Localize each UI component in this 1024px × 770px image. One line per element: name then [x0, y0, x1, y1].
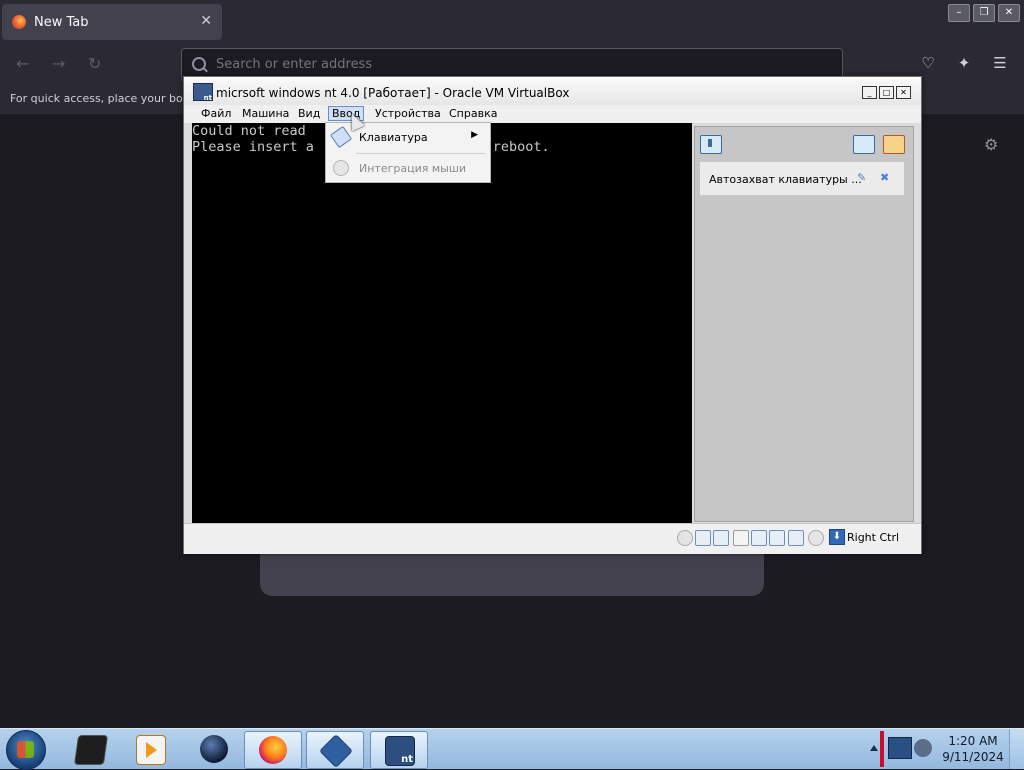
menu-machine[interactable]: Машина — [239, 107, 292, 120]
minimize-button[interactable]: – — [948, 4, 970, 22]
virtualbox-tray-icon[interactable] — [888, 737, 912, 759]
list-toggle-icon[interactable] — [853, 135, 875, 154]
menu-help[interactable]: Справка — [446, 107, 500, 120]
back-icon[interactable]: ← — [16, 54, 29, 73]
message-icon[interactable] — [700, 135, 722, 154]
taskbar-firefox[interactable] — [244, 731, 302, 769]
vm-icon — [193, 83, 213, 102]
usb-icon[interactable] — [695, 530, 711, 546]
media-player-icon — [136, 735, 166, 765]
virtualbox-window: micrsoft windows nt 4.0 [Работает] - Ora… — [183, 76, 922, 554]
firefox-tab-icon — [12, 15, 26, 29]
keyboard-icon — [329, 125, 353, 149]
display-icon[interactable] — [751, 530, 767, 546]
mouse-integration-icon — [333, 160, 349, 176]
pocket-icon[interactable]: ♡ — [920, 55, 936, 71]
menu-icon[interactable]: ☰ — [992, 55, 1008, 71]
tab-close-icon[interactable]: ✕ — [200, 13, 212, 29]
close-button[interactable]: ✕ — [998, 4, 1020, 22]
close-icon[interactable]: ✖ — [880, 171, 889, 184]
shared-folders-icon[interactable] — [769, 530, 785, 546]
floppy-icon[interactable] — [733, 530, 749, 546]
taskbar-virtualbox[interactable] — [306, 731, 364, 769]
network-tray-icon[interactable] — [914, 739, 932, 757]
pin-icon[interactable]: ✎ — [857, 171, 866, 184]
clock-time: 1:20 AM — [948, 734, 998, 748]
host-key-label[interactable]: Right Ctrl — [847, 531, 899, 544]
vbox-title-bar[interactable]: micrsoft windows nt 4.0 [Работает] - Ora… — [184, 77, 921, 105]
menu-devices[interactable]: Устройства — [372, 107, 444, 120]
taskbar-explorer[interactable] — [62, 731, 118, 767]
menu-separator — [356, 153, 486, 154]
vm-display[interactable]: Could not read um! Please insert a nd re… — [192, 123, 692, 523]
menu-item-label: Клавиатура — [359, 131, 428, 144]
menu-item-label: Интеграция мыши — [359, 162, 467, 175]
browser-tab[interactable]: New Tab ✕ — [2, 4, 222, 40]
bookmarks-hint: For quick access, place your boo — [10, 92, 190, 105]
optical-drive-icon[interactable] — [677, 530, 693, 546]
recording-icon[interactable] — [788, 530, 804, 546]
system-tray — [866, 729, 936, 769]
taskbar-globe[interactable] — [186, 731, 242, 767]
vbox-window-controls: _ □ ✕ — [862, 86, 911, 99]
firefox-icon — [259, 736, 287, 764]
vbox-status-bar: ⬇ Right Ctrl — [184, 523, 921, 554]
taskbar-media-player[interactable] — [122, 731, 178, 767]
restore-button[interactable]: ❐ — [973, 4, 995, 22]
vbox-close-button[interactable]: ✕ — [896, 86, 911, 99]
notification-text: Автозахват клавиатуры ... — [709, 173, 862, 186]
arrow-down-icon: ⬇ — [829, 529, 845, 545]
vbox-minimize-button[interactable]: _ — [862, 86, 877, 99]
show-desktop-button[interactable] — [1009, 729, 1024, 769]
browser-window-controls: – ❐ ✕ — [948, 4, 1020, 22]
forward-icon[interactable]: → — [52, 54, 65, 73]
input-menu-dropdown: Клавиатура ▶ Интеграция мыши — [325, 122, 491, 183]
notification-item[interactable]: Автозахват клавиатуры ... ✎ ✖ — [700, 162, 904, 195]
clock-date: 9/11/2024 — [942, 750, 1004, 764]
extensions-icon[interactable]: ✦ — [956, 55, 972, 71]
network-icon[interactable] — [713, 530, 729, 546]
menu-view[interactable]: Вид — [295, 107, 323, 120]
globe-icon — [200, 735, 228, 763]
search-icon — [192, 57, 206, 71]
vbox-menu-bar: Файл Машина Вид Ввод Устройства Справка — [184, 105, 921, 123]
tab-title: New Tab — [34, 15, 89, 30]
submenu-arrow-icon: ▶ — [471, 130, 478, 140]
flag-icon[interactable] — [880, 731, 884, 767]
vbox-maximize-button[interactable]: □ — [879, 86, 894, 99]
clock[interactable]: 1:20 AM 9/11/2024 — [940, 733, 1006, 765]
taskbar-nt-vm[interactable] — [370, 731, 428, 769]
menu-item-mouse-integration: Интеграция мыши — [326, 155, 490, 181]
clear-notifications-icon[interactable] — [883, 135, 905, 154]
menu-file[interactable]: Файл — [198, 107, 234, 120]
browser-tab-bar: New Tab ✕ – ❐ ✕ — [0, 0, 1024, 44]
notification-center: Автозахват клавиатуры ... ✎ ✖ — [694, 126, 914, 522]
gear-icon[interactable]: ⚙ — [984, 135, 998, 154]
cpu-icon[interactable] — [808, 530, 824, 546]
taskbar: 1:20 AM 9/11/2024 — [0, 728, 1024, 770]
show-hidden-icons-icon[interactable] — [870, 745, 878, 751]
start-button[interactable] — [6, 730, 46, 770]
window-title: micrsoft windows nt 4.0 [Работает] - Ora… — [216, 86, 570, 100]
reload-icon[interactable]: ↻ — [88, 54, 101, 73]
nt-vm-icon — [385, 736, 415, 766]
url-input[interactable] — [214, 56, 818, 73]
explorer-icon — [73, 735, 109, 765]
virtualbox-icon — [319, 734, 353, 768]
